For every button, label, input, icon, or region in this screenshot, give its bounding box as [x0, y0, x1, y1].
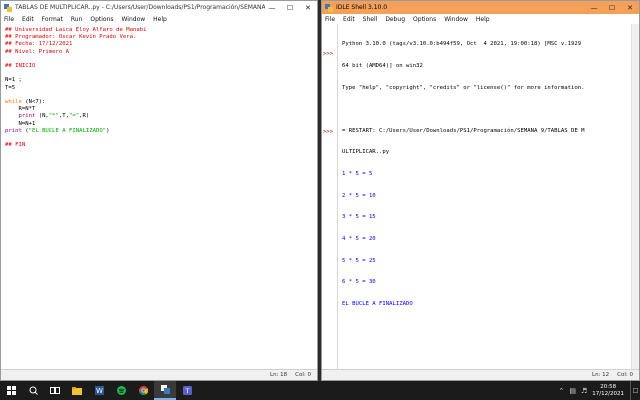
code-line: ## INICIO — [5, 63, 36, 70]
teams-icon[interactable]: T — [176, 381, 198, 400]
volume-icon[interactable]: ♬ — [581, 387, 587, 395]
prompt-gutter: >>> >>> — [322, 24, 338, 369]
code-line: print (N,"*",T,"=",R) — [18, 113, 90, 120]
col-indicator: Col: 0 — [295, 372, 311, 378]
svg-text:T: T — [184, 387, 189, 395]
menu-shell[interactable]: Shell — [363, 16, 378, 23]
vertical-scrollbar[interactable] — [631, 24, 639, 369]
banner-line: Type "help", "copyright", "credits" or "… — [342, 84, 585, 91]
menu-edit[interactable]: Edit — [22, 16, 34, 23]
code-line: N=1 ; — [5, 77, 22, 84]
output-line: 1 * 5 = 5 — [342, 171, 373, 178]
banner-line: Python 3.10.0 (tags/v3.10.0:b494f59, Oct… — [342, 41, 582, 48]
file-explorer-icon[interactable] — [66, 381, 88, 400]
code-line: ## Nivel: Primero A — [5, 48, 69, 55]
network-icon[interactable]: ▤ — [569, 387, 576, 395]
menu-file[interactable]: File — [4, 16, 14, 23]
taskbar: W T ⌃ ▤ ♬ 20:58 17/12/2021 □ — [0, 381, 640, 400]
output-line: EL BUCLE A FINALIZADO — [342, 300, 413, 307]
shell-window[interactable]: IDLE Shell 3.10.0 — ☐ ✕ File Edit Shell … — [321, 0, 640, 381]
col-indicator: Col: 0 — [617, 372, 633, 378]
menu-options[interactable]: Options — [90, 16, 113, 23]
shell-statusbar: Ln: 12 Col: 0 — [322, 369, 639, 380]
output-line: 4 * 5 = 20 — [342, 235, 376, 242]
code-line: ​ — [5, 70, 313, 77]
python-idle-icon[interactable] — [154, 381, 176, 400]
menu-file[interactable]: File — [325, 16, 335, 23]
chrome-icon[interactable] — [132, 381, 154, 400]
banner-line: 64 bit (AMD64)] on win32 — [342, 63, 423, 70]
idle-app-icon — [325, 3, 333, 12]
svg-text:W: W — [96, 387, 103, 395]
menu-edit[interactable]: Edit — [343, 16, 355, 23]
maximize-icon[interactable]: ☐ — [281, 1, 299, 14]
shell-output[interactable]: Python 3.10.0 (tags/v3.10.0:b494f59, Oct… — [338, 24, 631, 369]
menu-help[interactable]: Help — [153, 16, 167, 23]
line-indicator: Ln: 12 — [592, 372, 610, 378]
menu-window[interactable]: Window — [444, 16, 468, 23]
code-line: ## Fecha: 17/12/2021 — [5, 41, 73, 48]
minimize-icon[interactable]: — — [263, 1, 281, 14]
start-icon[interactable] — [0, 381, 22, 400]
code-line: ​ — [5, 56, 313, 63]
system-tray: ⌃ ▤ ♬ 20:58 17/12/2021 □ — [559, 381, 640, 400]
code-area[interactable]: ## Universidad Laica Eloy Alfaro de Mana… — [1, 24, 317, 152]
output-line: 5 * 5 = 25 — [342, 257, 376, 264]
code-line: T=5 — [5, 84, 16, 91]
maximize-icon[interactable]: ☐ — [603, 1, 621, 14]
prompt-marker: >>> — [323, 51, 334, 57]
code-line: ## Universidad Laica Eloy Alfaro de Mana… — [5, 27, 147, 33]
idle-app-icon — [4, 3, 12, 12]
clock[interactable]: 20:58 17/12/2021 — [592, 384, 624, 398]
code-line: R=N*T — [5, 106, 36, 113]
code-line: ​ — [5, 135, 313, 142]
output-line: 6 * 5 = 30 — [342, 279, 376, 286]
code-line: print ("EL BUCLE A FINALIZADO") — [5, 127, 110, 134]
output-line: 2 * 5 = 10 — [342, 192, 376, 199]
shell-titlebar[interactable]: IDLE Shell 3.10.0 — ☐ ✕ — [322, 1, 639, 14]
editor-window[interactable]: TABLAS DE MULTIPLICAR..py - C:/Users/Use… — [0, 0, 318, 381]
menu-format[interactable]: Format — [42, 16, 63, 23]
minimize-icon[interactable]: — — [585, 1, 603, 14]
line-indicator: Ln: 18 — [270, 372, 288, 378]
prompt-marker: >>> — [323, 129, 334, 135]
editor-titlebar[interactable]: TABLAS DE MULTIPLICAR..py - C:/Users/Use… — [1, 1, 317, 14]
task-view-icon[interactable] — [44, 381, 66, 400]
menu-help[interactable]: Help — [476, 16, 490, 23]
clock-time: 20:58 — [600, 383, 617, 390]
menu-debug[interactable]: Debug — [385, 16, 405, 23]
restart-line: = RESTART: C:/Users/User/Downloads/PS1/P… — [342, 127, 585, 134]
editor-menubar: File Edit Format Run Options Window Help — [1, 14, 317, 24]
code-line: ## FIN — [5, 142, 26, 149]
search-icon[interactable] — [22, 381, 44, 400]
code-line: while (N<7): — [5, 99, 46, 106]
restart-line: ULTIPLICAR..py — [342, 149, 390, 156]
editor-statusbar: Ln: 18 Col: 0 — [1, 369, 317, 380]
word-icon[interactable]: W — [88, 381, 110, 400]
chevron-up-icon[interactable]: ⌃ — [559, 387, 565, 395]
close-icon[interactable]: ✕ — [299, 1, 317, 14]
clock-date: 17/12/2021 — [592, 390, 624, 397]
menu-window[interactable]: Window — [122, 16, 146, 23]
code-line: ​ — [5, 92, 313, 99]
menu-options[interactable]: Options — [413, 16, 436, 23]
shell-title: IDLE Shell 3.10.0 — [336, 4, 388, 11]
shell-body[interactable]: >>> >>> Python 3.10.0 (tags/v3.10.0:b494… — [322, 24, 639, 369]
code-line: N=N+1 — [5, 120, 36, 127]
menu-run[interactable]: Run — [71, 16, 83, 23]
notification-icon[interactable]: □ — [630, 381, 640, 400]
output-line: 3 * 5 = 15 — [342, 214, 376, 221]
close-icon[interactable]: ✕ — [621, 1, 639, 14]
spotify-icon[interactable] — [110, 381, 132, 400]
code-editor[interactable]: ## Universidad Laica Eloy Alfaro de Mana… — [1, 24, 317, 369]
editor-title: TABLAS DE MULTIPLICAR..py - C:/Users/Use… — [15, 4, 265, 11]
code-line: ## Programador: Oscar Kevin Prado Vera. — [5, 34, 137, 41]
shell-menubar: File Edit Shell Debug Options Window Hel… — [322, 14, 639, 24]
